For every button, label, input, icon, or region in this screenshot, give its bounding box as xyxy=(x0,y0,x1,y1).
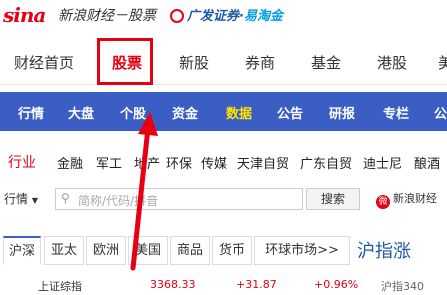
subnav-data[interactable]: 数据 xyxy=(226,103,252,122)
gf-logo-icon xyxy=(170,9,184,23)
tab-europe[interactable]: 欧洲 xyxy=(86,236,126,265)
subnav-more[interactable]: 公 xyxy=(434,103,447,122)
headline-title[interactable]: 沪指涨 xyxy=(357,237,411,263)
nav-brokers[interactable]: 券商 xyxy=(245,52,275,73)
weibo-label: 新浪财经 xyxy=(393,192,437,205)
index-row[interactable]: 上证综指 3368.33 +31.87 +0.96% 沪指340 xyxy=(0,276,447,295)
partner-a: 广发证券 xyxy=(187,9,240,24)
nav-ipo[interactable]: 新股 xyxy=(179,52,209,73)
weibo-link[interactable]: 微新浪财经 xyxy=(376,190,437,209)
subnav-market[interactable]: 大盘 xyxy=(68,103,94,122)
industry-item[interactable]: 金融 xyxy=(57,153,83,172)
industry-item[interactable]: 地产 xyxy=(134,153,160,172)
index-extra: 沪指340 xyxy=(381,280,424,293)
partner-logo[interactable]: 广发证券·易淘金 xyxy=(170,5,283,24)
index-name: 上证综指 xyxy=(38,280,82,293)
search-type-select[interactable]: 行情 ▼ xyxy=(4,190,52,210)
nav-us-stocks[interactable]: 美 xyxy=(438,52,447,73)
search-icon: ⚲ xyxy=(61,191,70,205)
industry-item[interactable]: 军工 xyxy=(96,153,122,172)
industry-item[interactable]: 天津自贸 xyxy=(237,153,289,172)
industry-item[interactable]: 广东自贸 xyxy=(300,153,352,172)
search-placeholder: 简称/代码/拼音 xyxy=(78,194,159,208)
industry-label: 行业 xyxy=(8,155,36,171)
annotation-highlight-box xyxy=(97,38,153,85)
sub-nav: 行情 大盘 个股 资金 数据 公告 研报 专栏 公 xyxy=(0,92,447,131)
tab-asia-pacific[interactable]: 亚太 xyxy=(44,236,84,265)
partner-b: 易淘金 xyxy=(243,9,283,24)
industry-item[interactable]: 酿酒 xyxy=(414,153,440,172)
tab-shanghai-shenzhen[interactable]: 沪深 xyxy=(3,236,41,265)
search-bar: 行情 ▼ ⚲ 简称/代码/拼音 搜索 微新浪财经 xyxy=(0,186,447,214)
sina-logo[interactable]: sina xyxy=(3,3,46,27)
site-header: sina 新浪财经－股票 广发证券·易淘金 xyxy=(0,0,447,28)
subnav-single-stock[interactable]: 个股 xyxy=(120,103,146,122)
nav-funds[interactable]: 基金 xyxy=(311,52,341,73)
search-button[interactable]: 搜索 xyxy=(306,188,360,210)
nav-hk-stocks[interactable]: 港股 xyxy=(377,52,407,73)
index-percent: +0.96% xyxy=(314,278,359,291)
subnav-capital[interactable]: 资金 xyxy=(172,103,198,122)
tab-currency[interactable]: 货币 xyxy=(212,236,252,265)
industry-item[interactable]: 环保 xyxy=(166,153,192,172)
main-nav: 财经首页 股票 新股 券商 基金 港股 美 xyxy=(0,38,447,85)
subnav-columns[interactable]: 专栏 xyxy=(383,103,409,122)
subnav-research[interactable]: 研报 xyxy=(329,103,355,122)
tab-commodities[interactable]: 商品 xyxy=(170,236,210,265)
index-change: +31.87 xyxy=(236,278,277,291)
search-type-label: 行情 xyxy=(4,192,29,206)
tab-us[interactable]: 美国 xyxy=(128,236,168,265)
index-value: 3368.33 xyxy=(150,278,196,291)
caret-down-icon: ▼ xyxy=(31,196,38,205)
site-subtitle: 新浪财经－股票 xyxy=(58,8,156,24)
subnav-announcements[interactable]: 公告 xyxy=(277,103,303,122)
industry-bar: 行业 金融 军工 地产 环保 传媒 天津自贸 广东自贸 迪士尼 酿酒 xyxy=(0,148,447,176)
weibo-icon: 微 xyxy=(376,195,390,209)
tab-global-markets[interactable]: 环球市场>> xyxy=(254,236,350,265)
industry-item[interactable]: 迪士尼 xyxy=(363,153,402,172)
nav-finance-home[interactable]: 财经首页 xyxy=(14,52,74,73)
industry-item[interactable]: 传媒 xyxy=(201,153,227,172)
subnav-quotes[interactable]: 行情 xyxy=(18,103,44,122)
market-tabs: 沪深 亚太 欧洲 美国 商品 货币 环球市场>> 沪指涨 xyxy=(0,236,447,266)
search-input[interactable]: ⚲ 简称/代码/拼音 xyxy=(55,188,303,210)
